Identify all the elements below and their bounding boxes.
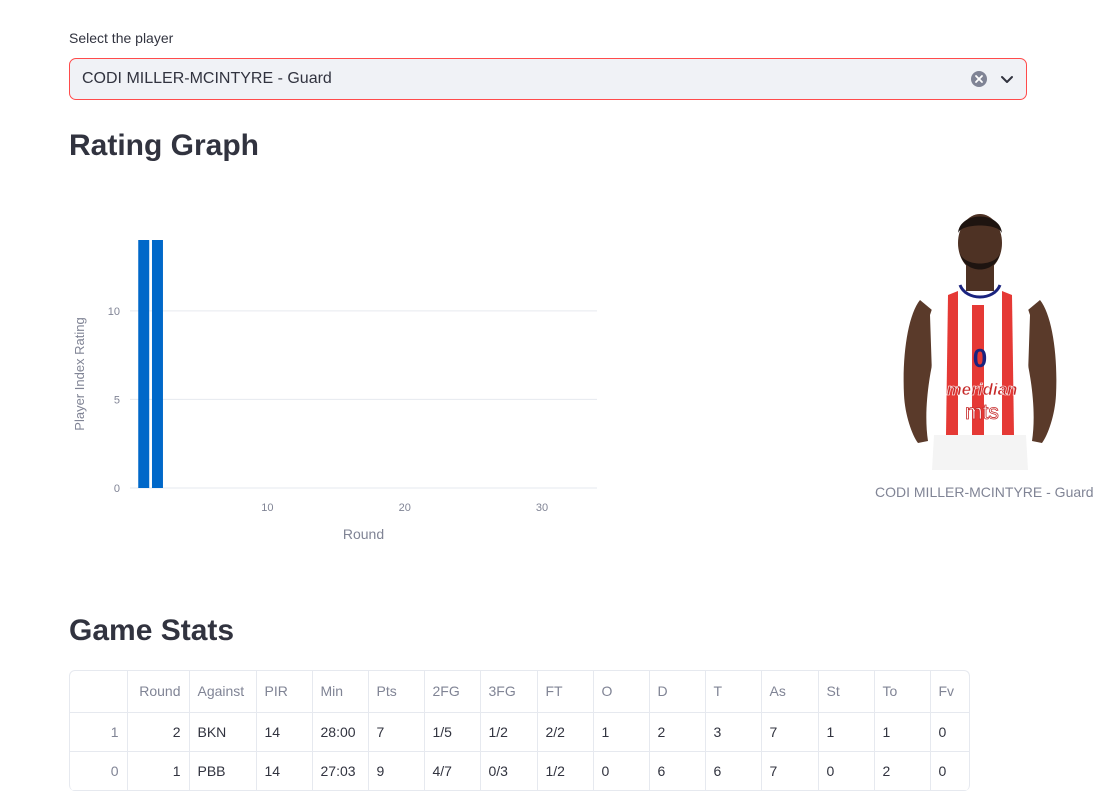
player-photo-caption: CODI MILLER-MCINTYRE - Guard xyxy=(875,484,1094,500)
column-header[interactable]: 3FG xyxy=(480,671,538,713)
x-axis-label: Round xyxy=(343,526,384,542)
table-cell[interactable]: 6 xyxy=(649,751,706,791)
table-cell[interactable]: 0 xyxy=(593,751,650,791)
table-cell[interactable]: 0 xyxy=(818,751,875,791)
game-stats-heading: Game Stats xyxy=(69,614,235,647)
column-header[interactable]: FT xyxy=(537,671,594,713)
column-header[interactable]: Pts xyxy=(368,671,425,713)
chevron-down-icon[interactable] xyxy=(998,70,1016,88)
rating-chart: 0 5 10 10 20 30 Round Player Index Rating xyxy=(60,190,620,560)
y-tick-label: 5 xyxy=(114,394,120,406)
column-header[interactable]: T xyxy=(705,671,762,713)
x-tick-label: 30 xyxy=(536,502,548,514)
rating-bar[interactable] xyxy=(151,240,163,488)
column-header[interactable]: Against xyxy=(189,671,257,713)
table-cell[interactable]: 3 xyxy=(705,712,762,752)
rating-graph-heading: Rating Graph xyxy=(69,129,260,162)
table-cell[interactable]: 1 xyxy=(127,751,190,791)
column-header[interactable]: D xyxy=(649,671,706,713)
table-cell[interactable]: 6 xyxy=(705,751,762,791)
row-index-cell[interactable]: 0 xyxy=(70,751,128,791)
app-page: Select the player CODI MILLER-MCINTYRE -… xyxy=(0,0,1117,803)
table-cell[interactable]: 2 xyxy=(649,712,706,752)
x-tick-label: 10 xyxy=(261,502,273,514)
column-header[interactable]: Min xyxy=(312,671,369,713)
clear-icon[interactable] xyxy=(970,70,988,88)
row-index-cell[interactable]: 1 xyxy=(70,712,128,752)
column-header[interactable]: To xyxy=(874,671,931,713)
table-cell[interactable]: 1 xyxy=(593,712,650,752)
player-select-label: Select the player xyxy=(69,30,174,46)
player-select[interactable]: CODI MILLER-MCINTYRE - Guard xyxy=(69,58,1027,100)
table-cell[interactable]: 7 xyxy=(761,751,819,791)
table-cell[interactable]: 1 xyxy=(818,712,875,752)
player-select-value: CODI MILLER-MCINTYRE - Guard xyxy=(82,70,332,87)
table-cell[interactable]: 2/2 xyxy=(537,712,594,752)
column-header[interactable]: 2FG xyxy=(424,671,481,713)
jersey-number-text: 0 xyxy=(973,343,987,373)
column-header[interactable]: As xyxy=(761,671,819,713)
table-cell[interactable]: BKN xyxy=(189,712,257,752)
table-cell[interactable]: 1/5 xyxy=(424,712,481,752)
column-header[interactable]: St xyxy=(818,671,875,713)
column-header[interactable]: PIR xyxy=(256,671,313,713)
y-tick-label: 10 xyxy=(108,306,120,318)
table-cell[interactable]: 28:00 xyxy=(312,712,369,752)
table-cell[interactable]: 7 xyxy=(761,712,819,752)
table-cell[interactable]: 14 xyxy=(256,751,313,791)
column-header-index[interactable] xyxy=(70,671,128,713)
table-cell[interactable]: 2 xyxy=(874,751,931,791)
column-header[interactable]: Fv xyxy=(930,671,969,713)
game-stats-table[interactable]: Round Against PIR Min Pts 2FG 3FG FT O D T As St To Fv… xyxy=(69,670,970,791)
column-header[interactable]: O xyxy=(593,671,650,713)
table-cell[interactable]: PBB xyxy=(189,751,257,791)
table-cell[interactable]: 4/7 xyxy=(424,751,481,791)
sponsor-meridian-text: meridian xyxy=(947,380,1018,399)
sponsor-mts-text: mts xyxy=(965,401,999,424)
y-axis-label: Player Index Rating xyxy=(72,317,87,430)
table-row[interactable]: 0 1 PBB 14 27:03 9 4/7 0/3 1/2 0 6 6 7 0 2 0 xyxy=(70,751,969,791)
table-header-row: Round Against PIR Min Pts 2FG 3FG FT O D T As St To Fv xyxy=(70,671,969,713)
table-row[interactable]: 1 2 BKN 14 28:00 7 1/5 1/2 2/2 1 2 3 7 1 1 0 xyxy=(70,712,969,752)
table-cell[interactable]: 0/3 xyxy=(480,751,538,791)
table-cell[interactable]: 1/2 xyxy=(537,751,594,791)
rating-chart-svg: 0 5 10 10 20 30 Round Player Index Rating xyxy=(72,240,597,542)
table-cell[interactable]: 1 xyxy=(874,712,931,752)
y-tick-label: 0 xyxy=(114,483,120,495)
table-cell[interactable]: 14 xyxy=(256,712,313,752)
table-cell[interactable]: 9 xyxy=(368,751,425,791)
player-photo: 0 meridian mts xyxy=(903,214,1057,470)
table-cell[interactable]: 1/2 xyxy=(480,712,538,752)
table-cell[interactable]: 2 xyxy=(127,712,190,752)
x-tick-label: 20 xyxy=(399,502,411,514)
table-cell[interactable]: 27:03 xyxy=(312,751,369,791)
rating-bar[interactable] xyxy=(138,240,150,488)
table-cell[interactable]: 0 xyxy=(930,712,969,752)
column-header[interactable]: Round xyxy=(127,671,190,713)
table-cell[interactable]: 7 xyxy=(368,712,425,752)
table-cell[interactable]: 0 xyxy=(930,751,969,791)
